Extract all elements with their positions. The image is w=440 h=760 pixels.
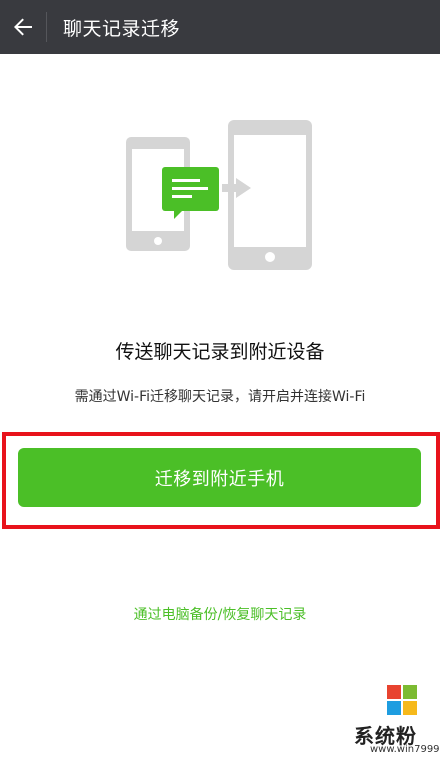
transfer-illustration — [126, 120, 312, 270]
migrate-to-nearby-phone-button[interactable]: 迁移到附近手机 — [18, 448, 421, 507]
arrow-left-icon — [14, 18, 32, 36]
app-bar: 聊天记录迁移 — [0, 0, 440, 54]
pc-backup-restore-link[interactable]: 通过电脑备份/恢复聊天记录 — [0, 604, 440, 624]
target-phone-icon — [228, 120, 312, 270]
page-title: 聊天记录迁移 — [63, 17, 181, 40]
headline: 传送聊天记录到附近设备 — [115, 341, 325, 363]
watermark: 系统粉 www.win7999.com — [340, 680, 440, 760]
watermark-url: www.win7999.com — [370, 744, 440, 755]
appbar-divider — [46, 12, 47, 42]
back-button[interactable] — [0, 0, 46, 54]
chat-migration-screen: 聊天记录迁移 传送聊天记录到附近设备 需通过Wi-Fi迁移聊天记录，请开启并连接… — [0, 0, 440, 760]
windows-logo-icon — [387, 685, 417, 715]
wifi-hint: 需通过Wi-Fi迁移聊天记录，请开启并连接Wi-Fi — [74, 389, 366, 405]
